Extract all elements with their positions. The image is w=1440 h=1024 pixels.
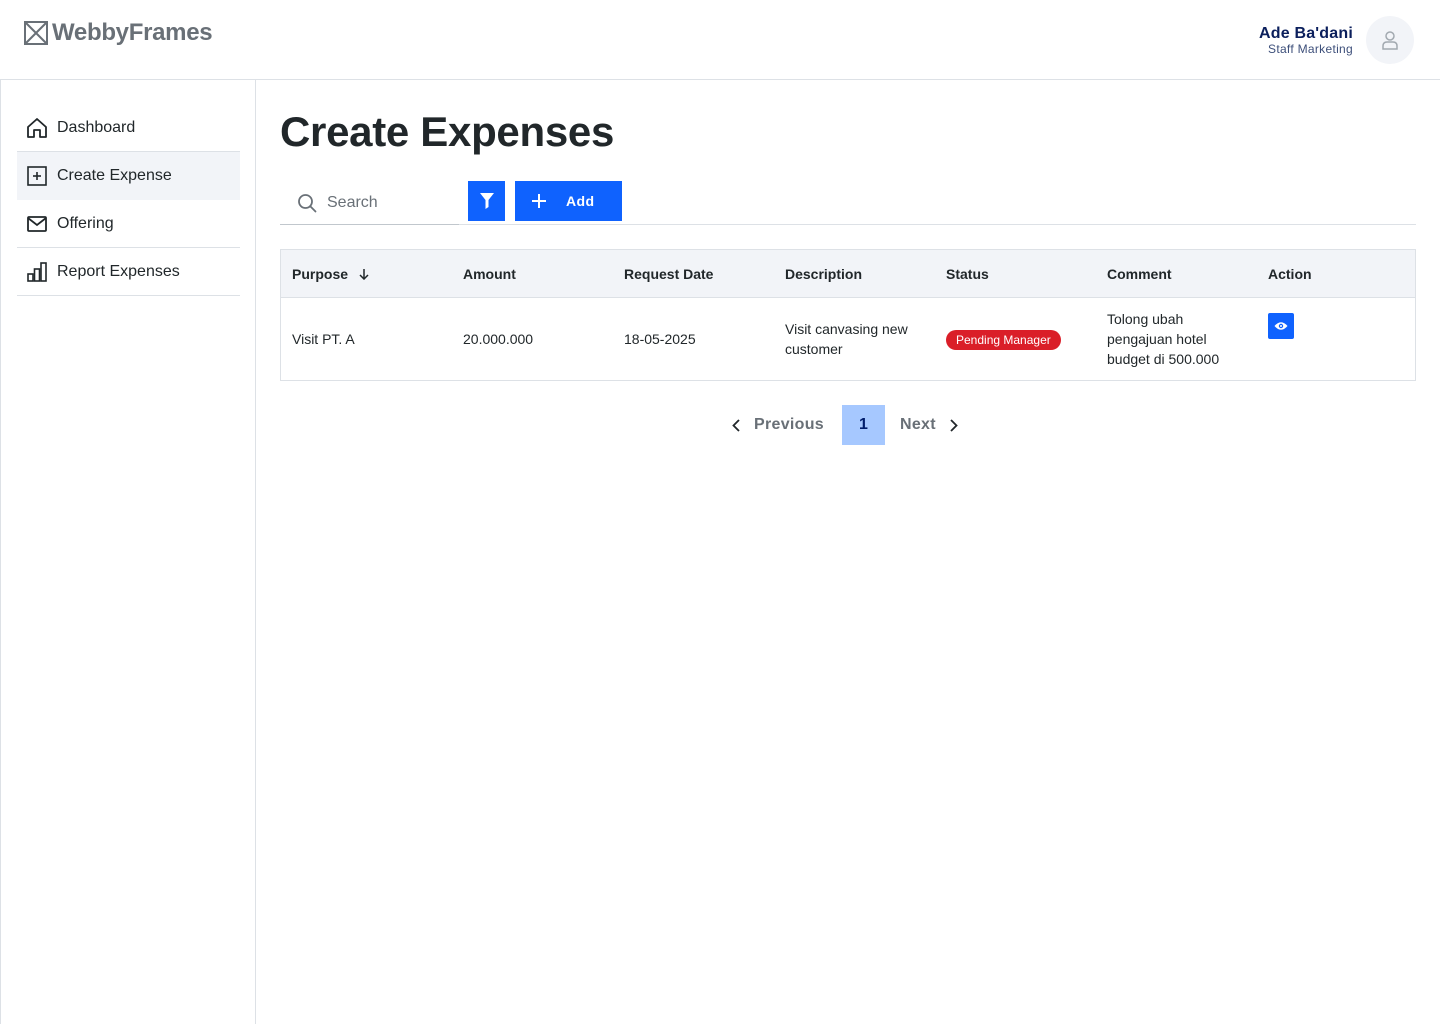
cell-comment: Tolong ubah pengajuan hotel budget di 50… xyxy=(1107,311,1220,367)
app-logo[interactable]: WebbyFrames xyxy=(24,19,213,46)
next-page-button[interactable]: Next xyxy=(900,405,958,445)
sidebar-item-label: Create Expense xyxy=(57,166,172,184)
avatar[interactable] xyxy=(1366,16,1414,64)
filter-icon xyxy=(479,193,494,209)
pagination: Previous 1 Next xyxy=(280,405,1416,445)
sidebar-item-label: Report Expenses xyxy=(57,262,180,280)
cell-status: Pending Manager xyxy=(935,329,1096,350)
top-header: WebbyFrames Ade Ba'dani Staff Marketing xyxy=(0,0,1440,80)
add-button[interactable]: Add xyxy=(515,181,622,221)
search-input[interactable]: Search xyxy=(280,181,459,225)
app-name: WebbyFrames xyxy=(52,19,213,46)
column-header-request-date: Request Date xyxy=(624,265,714,282)
cell-purpose: Visit PT. A xyxy=(292,331,355,347)
home-icon xyxy=(26,117,48,139)
table-header: Purpose Amount Request Date Description … xyxy=(281,250,1415,298)
expenses-table: Purpose Amount Request Date Description … xyxy=(280,249,1416,381)
user-menu[interactable]: Ade Ba'dani Staff Marketing xyxy=(1259,16,1414,64)
sidebar-item-create-expense[interactable]: Create Expense xyxy=(17,152,240,200)
user-icon xyxy=(1382,31,1398,50)
sort-arrow-down-icon xyxy=(359,268,369,280)
previous-page-button[interactable]: Previous xyxy=(732,405,824,445)
sidebar-item-label: Offering xyxy=(57,214,114,232)
user-info: Ade Ba'dani Staff Marketing xyxy=(1259,25,1353,56)
envelope-icon xyxy=(26,213,48,235)
page-number-current[interactable]: 1 xyxy=(842,405,885,445)
toolbar: Search Add xyxy=(280,181,1416,225)
filter-button[interactable] xyxy=(468,181,505,221)
sidebar: Dashboard Create Expense Offering Report… xyxy=(0,80,256,1024)
previous-label: Previous xyxy=(754,416,824,433)
page-title: Create Expenses xyxy=(280,108,615,155)
search-placeholder: Search xyxy=(327,193,378,211)
sidebar-item-label: Dashboard xyxy=(57,118,136,136)
column-header-comment: Comment xyxy=(1107,265,1172,282)
sidebar-item-offering[interactable]: Offering xyxy=(17,200,240,248)
column-header-action: Action xyxy=(1268,265,1312,282)
column-header-purpose[interactable]: Purpose xyxy=(281,266,452,282)
status-badge: Pending Manager xyxy=(946,329,1061,350)
next-label: Next xyxy=(900,416,936,433)
logo-icon xyxy=(24,21,48,45)
add-button-label: Add xyxy=(566,193,595,209)
sidebar-item-report-expenses[interactable]: Report Expenses xyxy=(17,248,240,296)
column-header-label: Purpose xyxy=(292,265,349,282)
column-header-amount: Amount xyxy=(463,265,516,282)
chevron-right-icon xyxy=(950,418,958,432)
column-header-description: Description xyxy=(785,265,863,282)
search-icon xyxy=(298,193,317,212)
cell-description: Visit canvasing new customer xyxy=(785,321,908,357)
sidebar-item-dashboard[interactable]: Dashboard xyxy=(17,104,240,152)
bar-chart-icon xyxy=(26,261,48,283)
eye-icon xyxy=(1274,322,1288,330)
plus-square-icon xyxy=(26,165,48,187)
cell-amount: 20.000.000 xyxy=(463,331,534,347)
cell-request-date: 18-05-2025 xyxy=(624,331,696,347)
plus-icon xyxy=(532,194,546,208)
chevron-left-icon xyxy=(732,418,740,432)
table-row: Visit PT. A 20.000.000 18-05-2025 Visit … xyxy=(281,298,1415,380)
column-header-status: Status xyxy=(946,265,989,282)
user-role: Staff Marketing xyxy=(1268,41,1353,56)
cell-action xyxy=(1257,298,1415,339)
main-content: Create Expenses Search Add Purpose Amoun… xyxy=(280,80,1416,445)
view-button[interactable] xyxy=(1268,313,1294,339)
user-name: Ade Ba'dani xyxy=(1258,24,1353,42)
